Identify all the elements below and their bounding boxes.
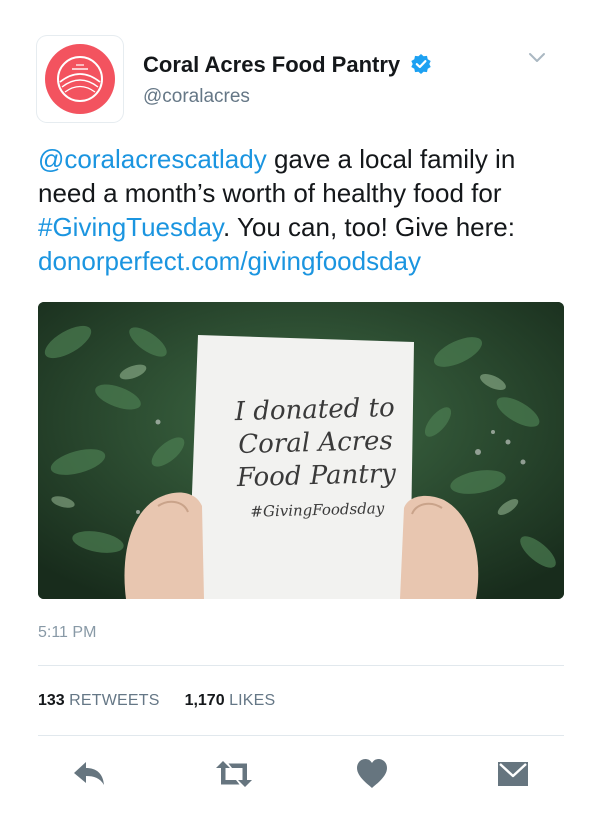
tweet-card: Coral Acres Food Pantry @coralacres @cor… (0, 0, 600, 838)
retweets-label: RETWEETS (69, 692, 160, 709)
url-link[interactable]: donorperfect.com/givingfoodsday (38, 246, 421, 276)
retweets-stat[interactable]: 133 RETWEETS (38, 692, 160, 709)
sign-line: Food Pantry (236, 458, 397, 494)
likes-stat[interactable]: 1,170 LIKES (185, 692, 276, 709)
direct-message-button[interactable] (496, 757, 532, 791)
retweet-button[interactable] (214, 757, 252, 791)
display-name[interactable]: Coral Acres Food Pantry (143, 52, 400, 78)
sign-text: I donated to Coral Acres Food Pantry #Gi… (214, 391, 417, 527)
reply-button[interactable] (71, 757, 107, 791)
tweet-text: @coralacrescatlady gave a local family i… (38, 142, 568, 278)
divider (38, 665, 564, 666)
user-handle[interactable]: @coralacres (143, 86, 250, 108)
likes-label: LIKES (229, 692, 276, 709)
hashtag-link[interactable]: #GivingTuesday (38, 212, 223, 242)
like-icon (357, 759, 387, 788)
sign-line: Coral Acres (237, 425, 394, 461)
sign-line: I donated to (234, 392, 396, 428)
timestamp[interactable]: 5:11 PM (38, 624, 96, 642)
verified-badge-icon (411, 54, 431, 74)
chevron-down-icon[interactable] (527, 51, 547, 65)
avatar[interactable] (37, 36, 123, 122)
divider (38, 735, 564, 736)
mention-link[interactable]: @coralacrescatlady (38, 144, 267, 174)
coral-acres-logo-icon (45, 44, 115, 114)
likes-count: 1,170 (184, 692, 225, 709)
retweets-count: 133 (38, 692, 65, 709)
retweet-icon (216, 761, 252, 787)
direct-message-icon (498, 762, 528, 786)
reply-icon (74, 762, 104, 785)
like-button[interactable] (355, 757, 391, 791)
engagement-stats: 133 RETWEETS 1,170 LIKES (38, 692, 275, 710)
tweet-text-part: . You can, too! Give here: (222, 212, 515, 242)
sign-hashtag: #GivingFoodsday (250, 499, 385, 521)
tweet-photo[interactable]: I donated to Coral Acres Food Pantry #Gi… (38, 302, 564, 599)
